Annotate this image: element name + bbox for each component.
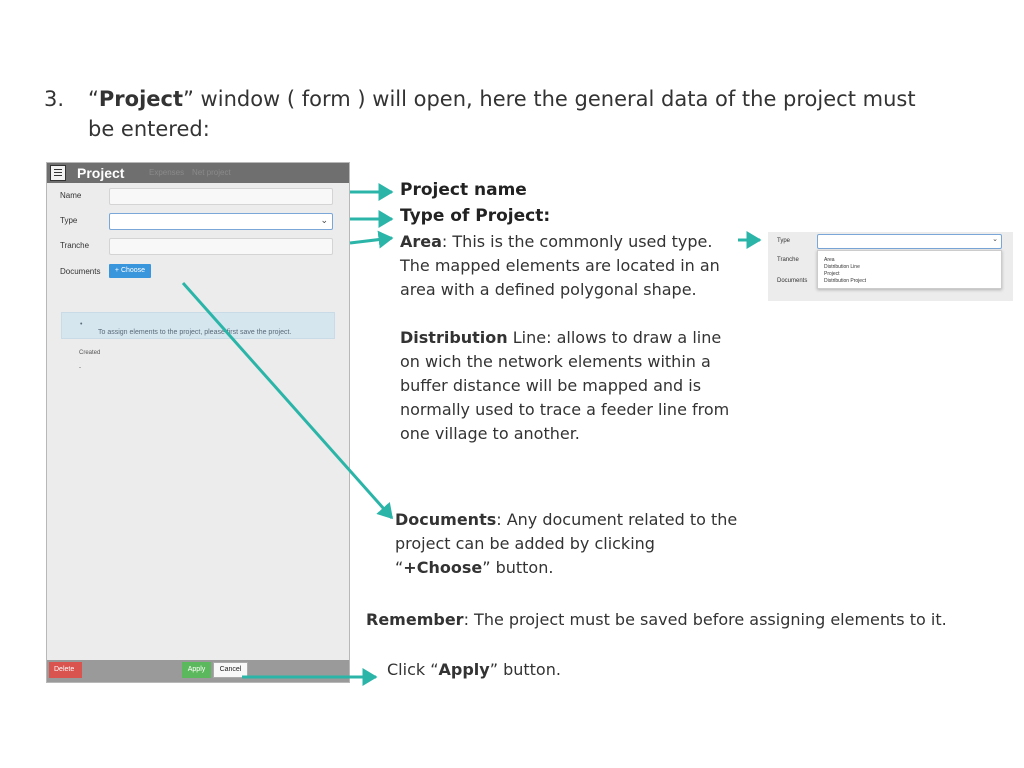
arrow-documents [181,282,394,520]
arrow-area [349,230,394,249]
annotation-arrows [181,183,762,686]
